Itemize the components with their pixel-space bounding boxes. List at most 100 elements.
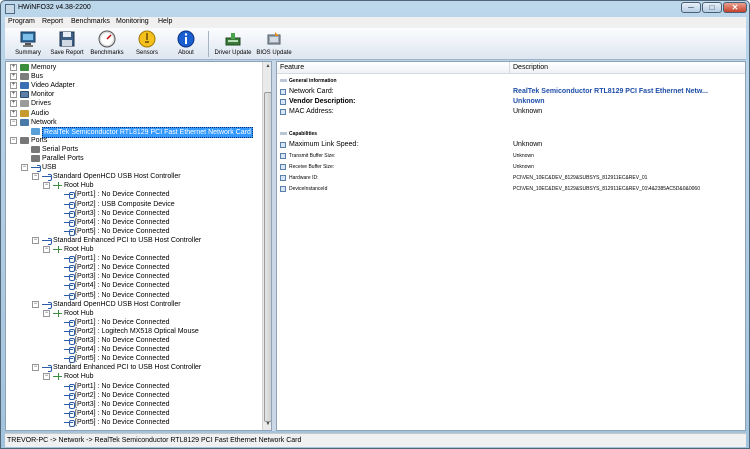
tree-item-memory[interactable]: + Memory [6, 63, 261, 72]
col-description[interactable]: Description [513, 64, 548, 71]
expand-icon[interactable]: + [10, 64, 17, 71]
detail-feature: General information [289, 78, 337, 84]
col-feature[interactable]: Feature [280, 64, 304, 71]
detail-feature: Hardware ID: [289, 175, 319, 181]
sensors-button[interactable]: Sensors [125, 29, 169, 59]
collapse-icon[interactable]: − [32, 300, 39, 308]
detail-row[interactable]: DeviceInstanceId PCI\VEN_10EC&DEV_8129&SU… [277, 184, 745, 194]
expand-icon[interactable]: + [10, 100, 17, 108]
summary-button[interactable]: Summary [6, 29, 50, 59]
tree-item-usb-controller[interactable]: − Standard Enhanced PCI to USB Host Contr… [6, 236, 261, 245]
close-button[interactable]: ✕ [723, 2, 747, 13]
tree-item-usb-port[interactable]: [Port3] : No Device Connected [6, 272, 261, 282]
detail-section-header[interactable]: General information [277, 76, 745, 86]
collapse-icon[interactable]: − [32, 364, 39, 372]
tree-item-usb-port[interactable]: [Port1] : No Device Connected [6, 254, 261, 264]
expand-icon[interactable]: + [10, 73, 17, 81]
tree-item-usb-port[interactable]: [Port2] : Logitech MX518 Optical Mouse [6, 327, 261, 336]
tree-item-usb-port[interactable]: [Port1] : No Device Connected [6, 318, 261, 327]
tree-item-usb-port[interactable]: [Port3] : No Device Connected [6, 400, 261, 409]
column-divider[interactable] [509, 62, 510, 74]
tree-item-serial-ports[interactable]: Serial Ports [6, 145, 261, 154]
expand-icon[interactable]: + [10, 91, 17, 99]
scrollbar-thumb[interactable] [264, 92, 271, 422]
driver-update-button[interactable]: Driver Update [211, 29, 255, 59]
tree-item-usb[interactable]: − USB [6, 163, 261, 173]
collapse-icon[interactable]: − [32, 236, 39, 244]
menu-report[interactable]: Report [42, 18, 63, 25]
menu-monitoring[interactable]: Monitoring [116, 18, 149, 25]
detail-row[interactable]: Receive Buffer Size: Unknown [277, 162, 745, 172]
tree-item-bus[interactable]: + Bus [6, 72, 261, 81]
status-path: TREVOR-PC -> Network -> RealTek Semicond… [7, 437, 302, 444]
tree-item-usb-port[interactable]: [Port4] : No Device Connected [6, 218, 261, 227]
detail-value: Unknown [513, 108, 543, 115]
tree-item-root-hub[interactable]: − Root Hub [6, 309, 261, 318]
benchmarks-button[interactable]: Benchmarks [85, 29, 129, 59]
usb-port-icon [64, 219, 75, 227]
tree-item-usb-port[interactable]: [Port5] : No Device Connected [6, 354, 261, 364]
detail-section-header[interactable]: Capabilities [277, 129, 745, 139]
tree-item-monitor[interactable]: + Monitor [6, 90, 261, 99]
tree-item-root-hub[interactable]: − Root Hub [6, 245, 261, 254]
save-report-button[interactable]: Save Report [45, 29, 89, 59]
collapse-icon[interactable]: − [10, 136, 17, 144]
tree-node-label: [Port5] : No Device Connected [75, 418, 170, 426]
tree-scrollbar[interactable]: ▲ ▼ [262, 62, 271, 430]
menu-program[interactable]: Program [8, 18, 35, 25]
tree-item-drives[interactable]: + Drives [6, 99, 261, 108]
tree-item-audio[interactable]: + Audio [6, 109, 261, 118]
tree-item-video-adapter[interactable]: + Video Adapter [6, 81, 261, 90]
collapse-icon[interactable]: − [43, 309, 50, 317]
tree-item-network[interactable]: − Network [6, 118, 261, 127]
minimize-button[interactable]: ─ [681, 2, 701, 13]
detail-row[interactable]: MAC Address: Unknown [277, 107, 745, 117]
detail-row[interactable]: Transmit Buffer Size: Unknown [277, 151, 745, 161]
menu-benchmarks[interactable]: Benchmarks [71, 18, 110, 25]
tree-item-usb-port[interactable]: [Port5] : No Device Connected [6, 227, 261, 236]
tree-item-usb-controller[interactable]: − Standard OpenHCD USB Host Controller [6, 300, 261, 309]
tree-item-usb-port[interactable]: [Port1] : No Device Connected [6, 382, 261, 391]
tree-item-usb-port[interactable]: [Port4] : No Device Connected [6, 281, 261, 291]
tree-item-root-hub[interactable]: − Root Hub [6, 372, 261, 381]
tree-item-usb-port[interactable]: [Port3] : No Device Connected [6, 209, 261, 218]
tree-item-usb-controller[interactable]: − Standard Enhanced PCI to USB Host Contr… [6, 363, 261, 373]
tree-item-usb-port[interactable]: [Port1] : No Device Connected [6, 190, 261, 200]
detail-row[interactable]: Vendor Description: Unknown [277, 97, 745, 107]
collapse-icon[interactable]: − [43, 246, 50, 253]
tree-item-parallel-ports[interactable]: Parallel Ports [6, 154, 261, 163]
scroll-up-icon[interactable]: ▲ [264, 63, 271, 71]
detail-row[interactable]: Maximum Link Speed: Unknown [277, 140, 745, 150]
collapse-icon[interactable]: − [10, 118, 17, 126]
detail-row[interactable]: Hardware ID: PCI\VEN_10EC&DEV_8129&SUBSYS… [277, 173, 745, 183]
tree-item-root-hub[interactable]: − Root Hub [6, 181, 261, 190]
tree-item-network-card[interactable]: RealTek Semiconductor RTL8129 PCI Fast E… [6, 126, 261, 138]
tree-item-usb-port[interactable]: [Port2] : USB Composite Device [6, 200, 261, 209]
collapse-icon[interactable]: − [43, 373, 50, 381]
detail-row[interactable]: Network Card: RealTek Semiconductor RTL81… [277, 87, 745, 97]
bios-update-button[interactable]: BIOS Update [252, 29, 296, 59]
collapse-icon[interactable]: − [32, 173, 39, 181]
expand-icon[interactable]: + [10, 82, 17, 90]
tree-item-usb-port[interactable]: [Port3] : No Device Connected [6, 336, 261, 345]
property-icon [280, 186, 286, 192]
expand-icon[interactable]: + [10, 109, 17, 117]
tree-item-usb-port[interactable]: [Port4] : No Device Connected [6, 409, 261, 418]
about-button[interactable]: About [164, 29, 208, 59]
tree-item-usb-port[interactable]: [Port2] : No Device Connected [6, 391, 261, 400]
tree-item-ports[interactable]: − Ports [6, 136, 261, 145]
tree-item-usb-port[interactable]: [Port5] : No Device Connected [6, 291, 261, 300]
tree-item-usb-port[interactable]: [Port5] : No Device Connected [6, 418, 261, 427]
collapse-icon[interactable]: − [43, 182, 50, 190]
summary-label: Summary [15, 50, 41, 56]
tree-item-usb-port[interactable]: [Port4] : No Device Connected [6, 345, 261, 355]
device-tree[interactable]: + Memory + Bus + Video Adapter + Monitor + Drives… [5, 61, 272, 431]
scroll-down-icon[interactable]: ▼ [264, 421, 271, 429]
title-bar[interactable]: HWiNFO32 v4.38-2200 ─ □ ✕ [1, 1, 749, 17]
tree-item-usb-controller[interactable]: − Standard OpenHCD USB Host Controller [6, 172, 261, 182]
tree-item-usb-port[interactable]: [Port2] : No Device Connected [6, 263, 261, 273]
collapse-icon[interactable]: − [21, 164, 28, 172]
menu-help[interactable]: Help [158, 18, 172, 25]
tree-node-label: Drives [31, 100, 51, 108]
maximize-button[interactable]: □ [702, 2, 722, 13]
